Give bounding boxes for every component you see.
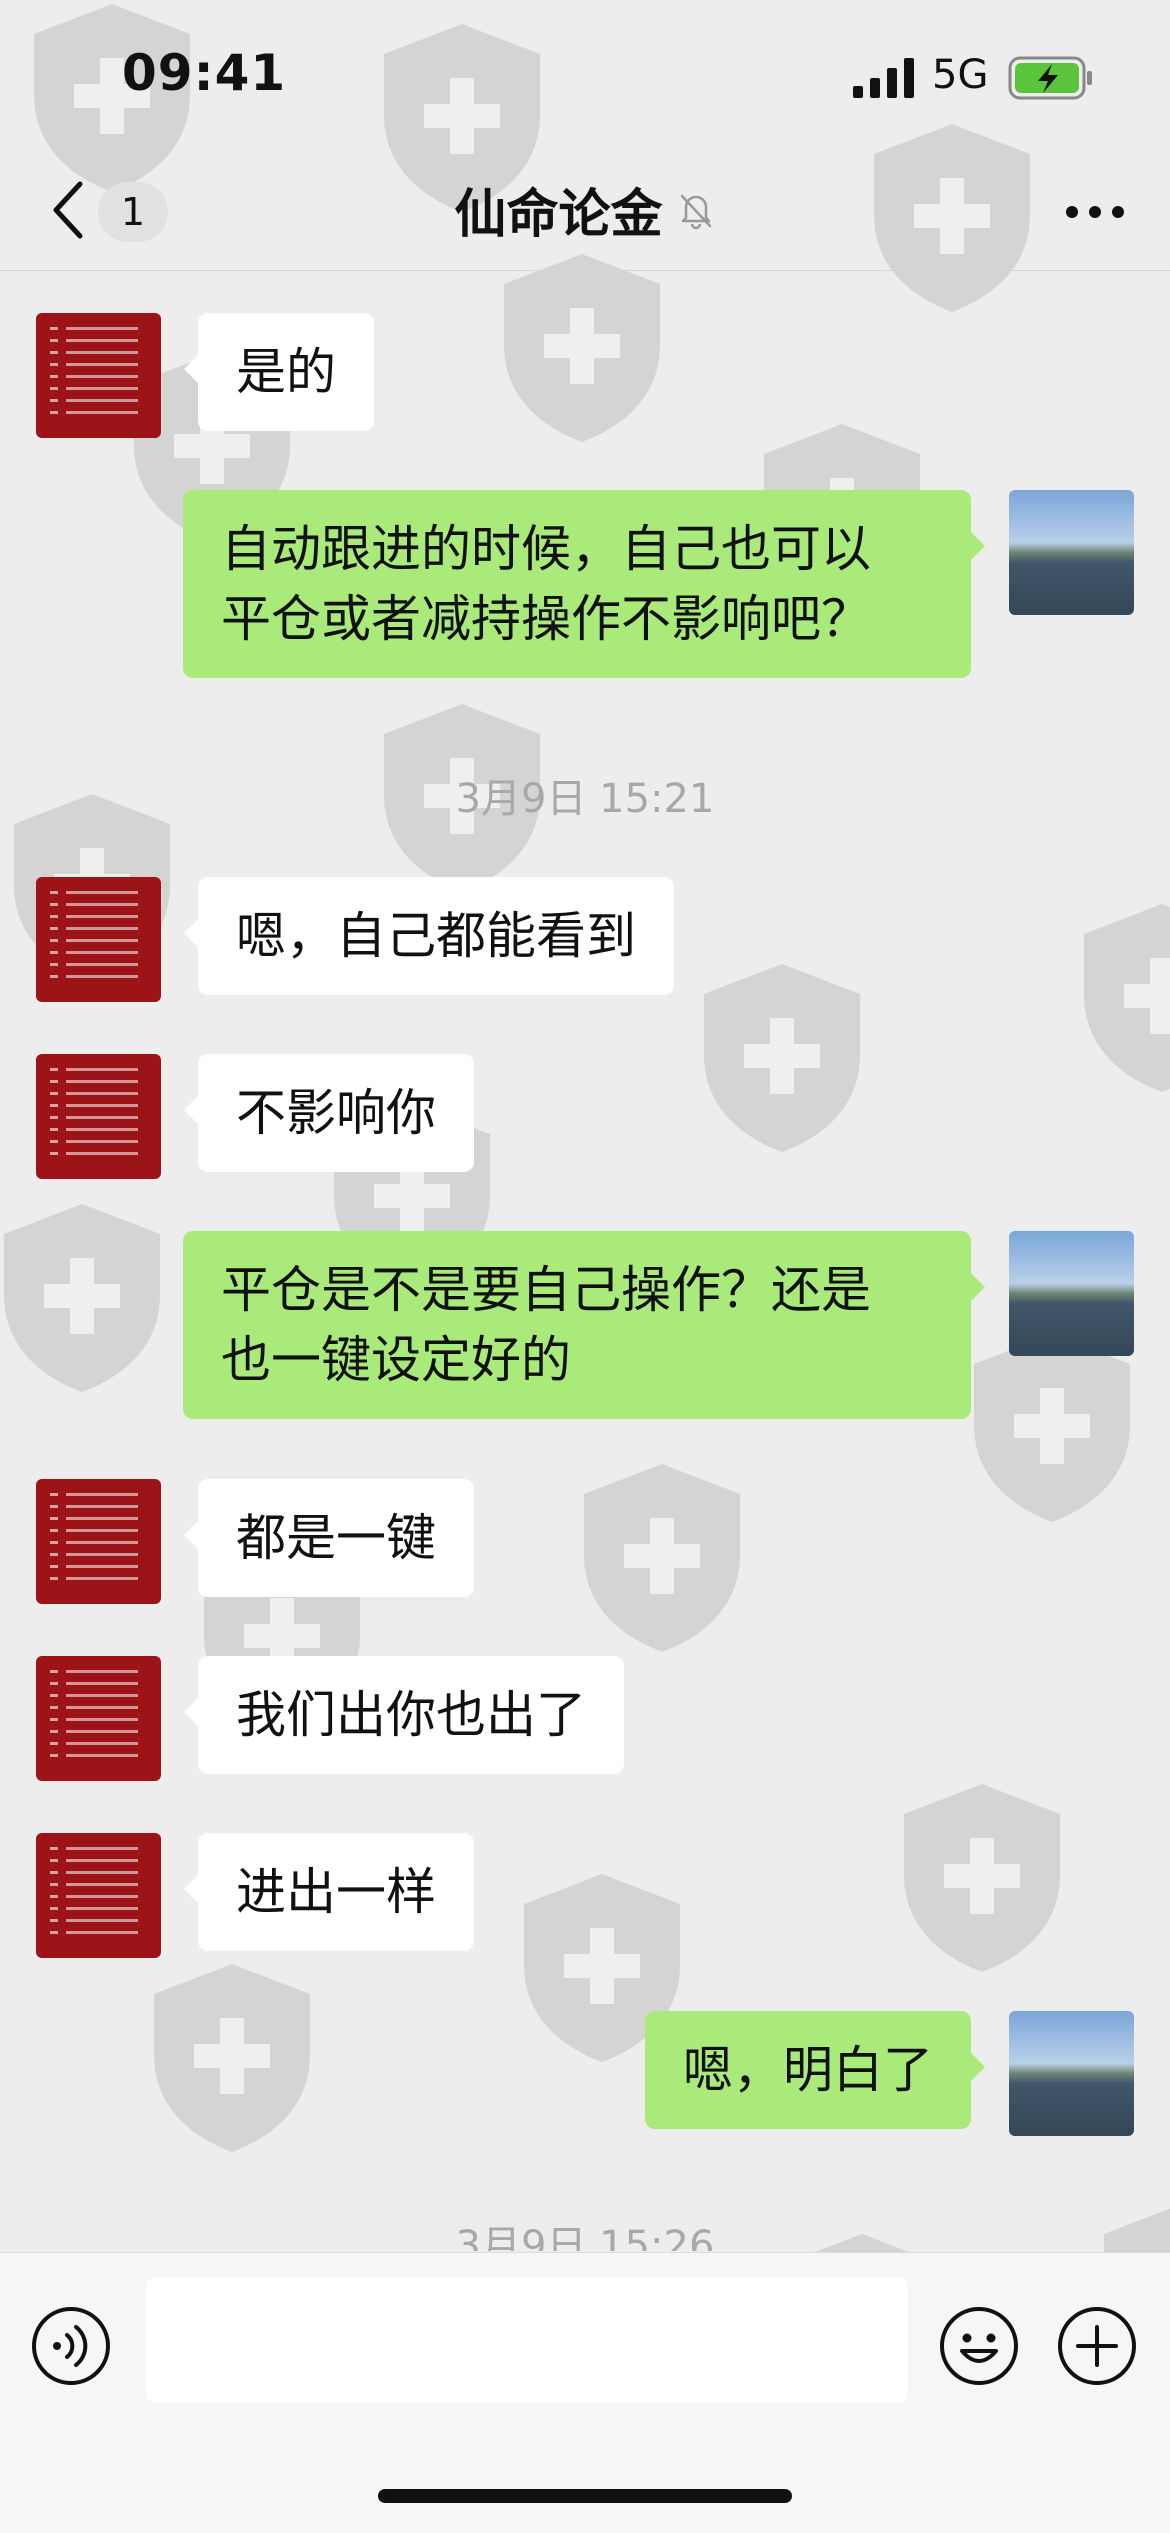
home-indicator[interactable]: [378, 2489, 792, 2503]
voice-icon[interactable]: [30, 2305, 112, 2387]
message-line: 平仓是不是要自己操作？还是: [221, 1261, 871, 1319]
message-line: 自动跟进的时候，自己也可以: [221, 520, 871, 578]
contact-avatar[interactable]: [36, 877, 161, 1002]
my-avatar[interactable]: [1009, 2011, 1134, 2136]
chat-header: 1 仙命论金: [0, 150, 1170, 271]
message-bubble-incoming[interactable]: 不影响你: [184, 1054, 474, 1172]
my-avatar[interactable]: [1009, 490, 1134, 615]
contact-avatar[interactable]: [36, 1833, 161, 1958]
status-bar: 09:41 5G: [0, 0, 1170, 150]
message-bubble-outgoing[interactable]: 嗯，明白了: [645, 2011, 985, 2129]
battery-charging-icon: [1008, 56, 1092, 100]
chat-title: 仙命论金: [454, 185, 663, 245]
message-bubble-incoming[interactable]: 我们出你也出了: [184, 1656, 624, 1774]
my-avatar[interactable]: [1009, 1231, 1134, 1356]
emoji-icon[interactable]: [938, 2305, 1020, 2387]
mute-bell-icon: [680, 194, 711, 229]
message-bubble-incoming[interactable]: 嗯，自己都能看到: [184, 877, 674, 995]
contact-avatar[interactable]: [36, 313, 161, 438]
plus-icon[interactable]: [1056, 2305, 1138, 2387]
message-line: 也一键设定好的: [221, 1331, 571, 1389]
message-bubble-incoming[interactable]: 进出一样: [184, 1833, 474, 1951]
contact-avatar[interactable]: [36, 1479, 161, 1604]
message-input[interactable]: [146, 2277, 908, 2403]
message-line: 平仓或者减持操作不影响吧？: [221, 590, 871, 648]
status-time: 09:41: [122, 44, 287, 102]
chat-title-wrap: 仙命论金: [0, 172, 1170, 247]
time-divider: 3月9日 15:21: [455, 776, 715, 822]
message-bubble-outgoing[interactable]: 平仓是不是要自己操作？还是 也一键设定好的: [183, 1231, 985, 1419]
message-bubble-outgoing[interactable]: 自动跟进的时候，自己也可以 平仓或者减持操作不影响吧？: [183, 490, 985, 678]
contact-avatar[interactable]: [36, 1656, 161, 1781]
network-type: 5G: [932, 52, 989, 98]
message-bubble-incoming[interactable]: 是的: [184, 313, 374, 431]
signal-icon: [853, 58, 914, 98]
message-bubble-incoming[interactable]: 都是一键: [184, 1479, 474, 1597]
message-list[interactable]: 是的 自动跟进的时候，自己也可以 平仓或者减持操作不影响吧？ 3月9日 15:2…: [0, 271, 1170, 2251]
time-divider: 3月9日 15:26: [455, 2223, 715, 2251]
input-bar: [0, 2252, 1170, 2533]
contact-avatar[interactable]: [36, 1054, 161, 1179]
more-dots-icon[interactable]: [1064, 204, 1126, 220]
